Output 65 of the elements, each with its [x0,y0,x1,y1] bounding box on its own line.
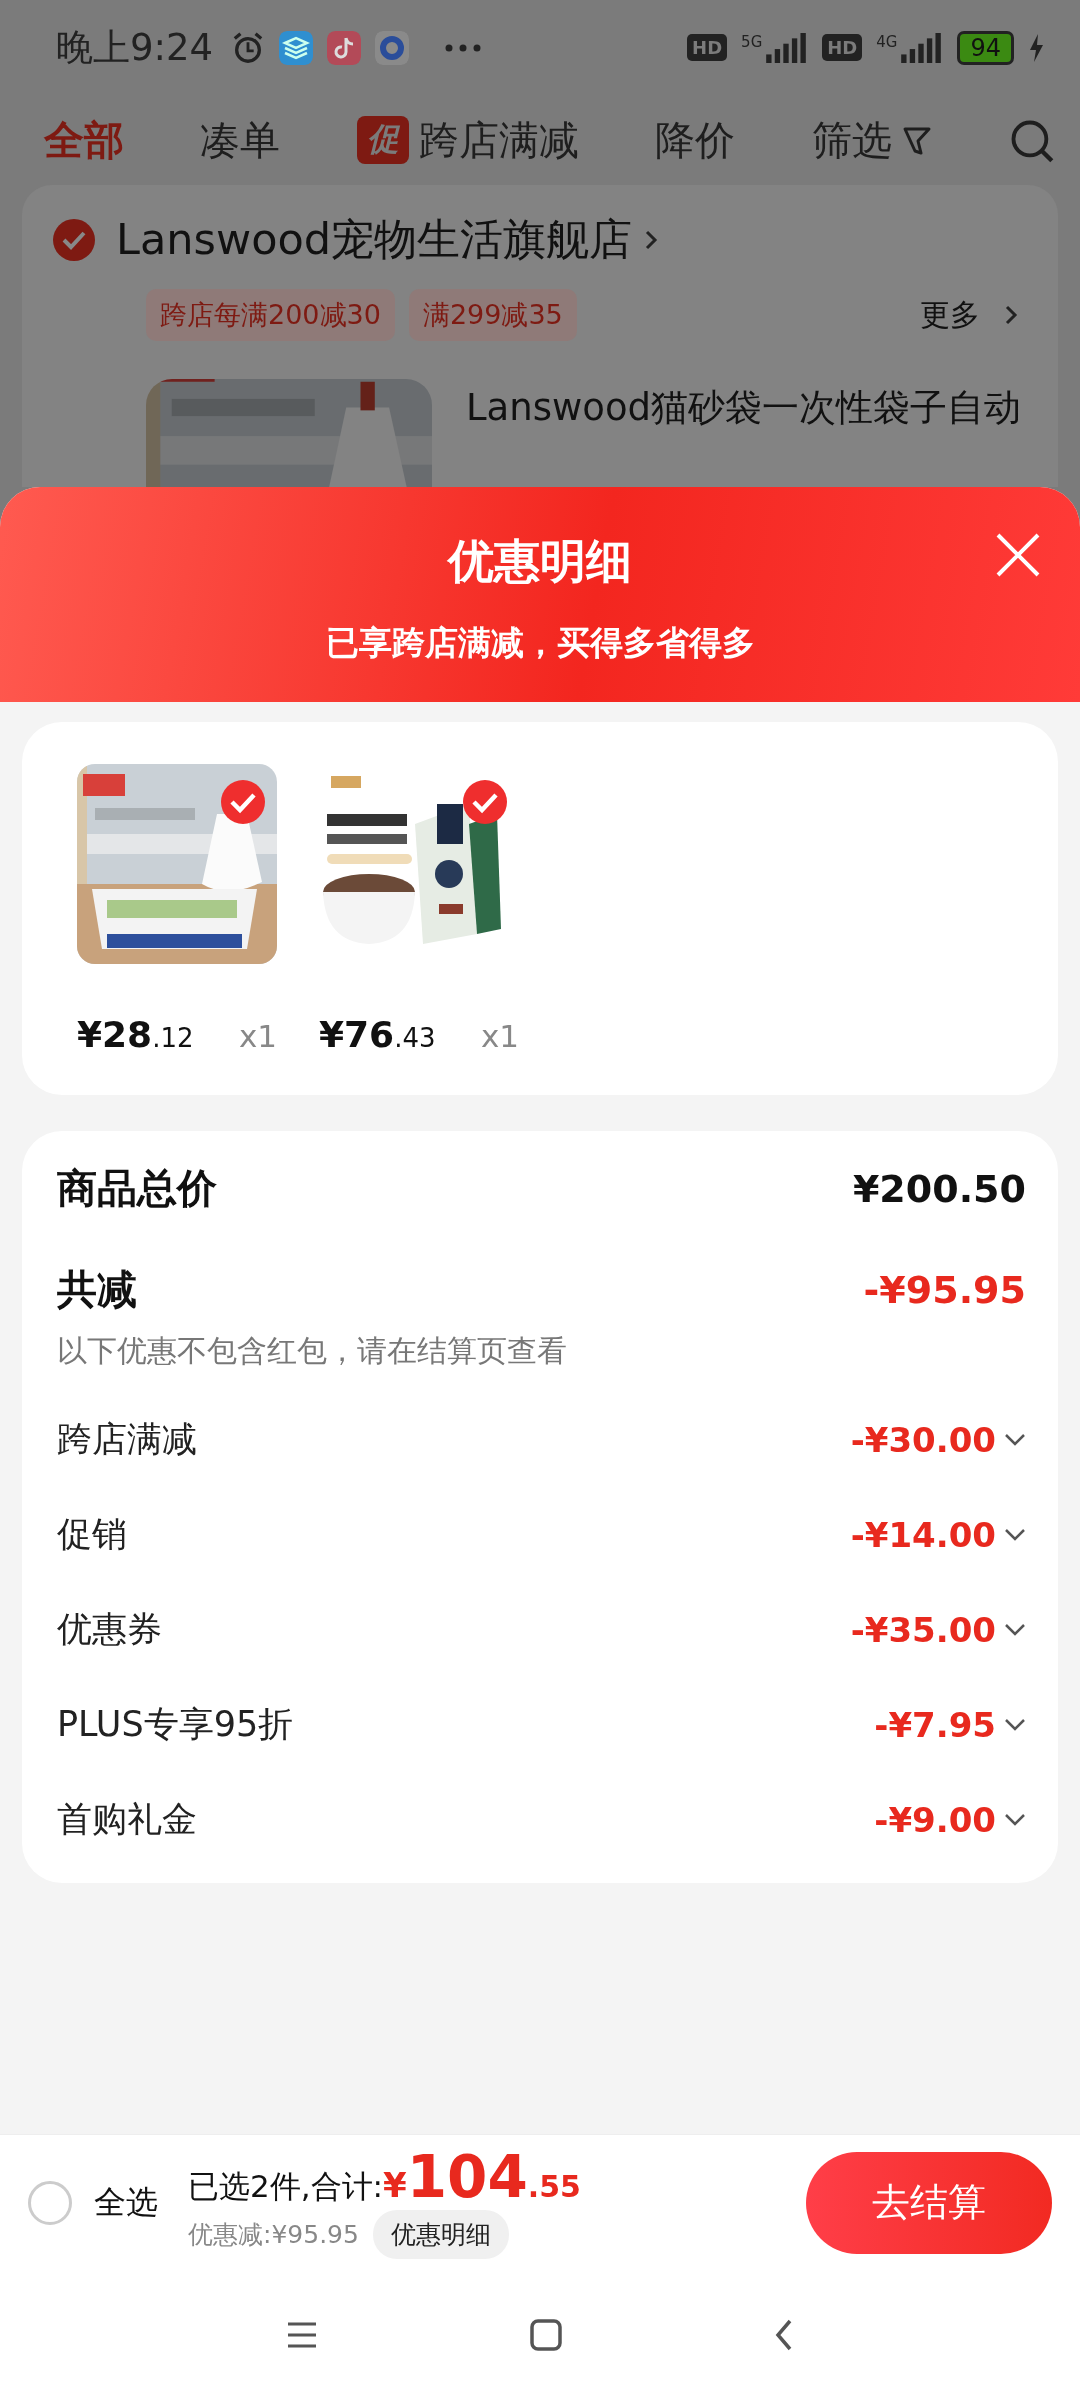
select-all-checkbox[interactable] [28,2180,72,2225]
filter-tab[interactable]: 全部 [44,112,124,168]
discount-item-label: PLUS专享95折 [57,1703,294,1746]
expand-chevron-icon[interactable] [1004,1717,1026,1732]
discount-item-label: 首购礼金 [57,1798,197,1841]
hd-indicator: HD [822,34,863,61]
product-price: ¥76.43 [319,1014,436,1055]
total-price: ¥104.55 [383,2146,581,2207]
filter-tab[interactable]: 降价 [655,112,736,168]
filter-tab[interactable]: 促 跨店满减 [356,112,579,168]
discount-item-label: 优惠券 [57,1608,162,1651]
discount-item-amount: -¥30.00 [850,1419,996,1460]
sheet-subtitle: 已享跨店满减，买得多省得多 [325,622,755,664]
promo-tag[interactable]: 跨店每满200减30 [146,289,395,341]
discount-item-amount: -¥14.00 [850,1514,996,1555]
ring-icon [375,30,410,65]
filter-icon [901,125,932,155]
checkbox[interactable] [52,218,96,262]
close-icon[interactable] [994,531,1042,579]
saved-amount: 优惠减:¥95.95 [188,2218,359,2251]
promo-tag[interactable]: 满299减35 [408,289,577,341]
expand-chevron-icon[interactable] [1004,1432,1026,1447]
clock-time: 晚上9:24 [56,24,214,71]
quantity: x1 [238,1018,277,1054]
filter-button[interactable]: 筛选 [811,112,932,168]
more-link[interactable]: 更多 [920,294,980,336]
quantity: x1 [480,1018,519,1054]
network-type: 4G [876,32,898,51]
discount-amount: -¥95.95 [863,1267,1026,1312]
discount-note: 以下优惠不包含红包，请在结算页查看 [57,1332,568,1370]
discount-item-label: 跨店满减 [57,1418,197,1461]
product-title: Lanswood猫砂袋一次性袋子自动 [466,385,1022,431]
expand-chevron-icon[interactable] [1004,1812,1026,1827]
store-name-link[interactable]: Lanswood宠物生活旗舰店 [116,211,633,269]
discount-item-label: 促销 [57,1513,127,1556]
layers-icon [279,30,314,65]
total-amount: ¥200.50 [852,1166,1026,1211]
expand-chevron-icon[interactable] [1004,1527,1026,1542]
battery-level: 94 [957,30,1014,65]
discount-item-amount: -¥9.00 [874,1799,996,1840]
discount-item-amount: -¥7.95 [874,1704,996,1745]
home-icon[interactable] [530,2319,562,2351]
checkout-button[interactable]: 去结算 [806,2151,1052,2254]
charging-bolt-icon [1028,33,1044,62]
tab-label: 跨店满减 [418,115,579,165]
product-price: ¥28.12 [77,1014,194,1055]
chevron-right-icon [1004,304,1018,326]
selected-summary: 已选2件,合计: [188,2166,384,2206]
select-all-label[interactable]: 全选 [94,2180,158,2225]
music-note-icon [327,30,362,65]
filter-tab[interactable]: 凑单 [200,112,281,168]
signal-icon [764,32,809,63]
chevron-right-icon [644,229,659,251]
discount-label: 共减 [57,1265,137,1314]
discount-item-amount: -¥35.00 [850,1609,996,1650]
promo-badge: 促 [356,116,409,164]
network-type: 5G [741,32,763,51]
expand-chevron-icon[interactable] [1004,1622,1026,1637]
hd-indicator: HD [687,34,728,61]
sheet-title: 优惠明细 [448,533,632,590]
discount-detail-button[interactable]: 优惠明细 [372,2209,509,2259]
total-label: 商品总价 [57,1164,217,1213]
menu-icon[interactable] [286,2321,318,2349]
back-icon[interactable] [774,2319,794,2351]
signal-icon [899,32,944,63]
